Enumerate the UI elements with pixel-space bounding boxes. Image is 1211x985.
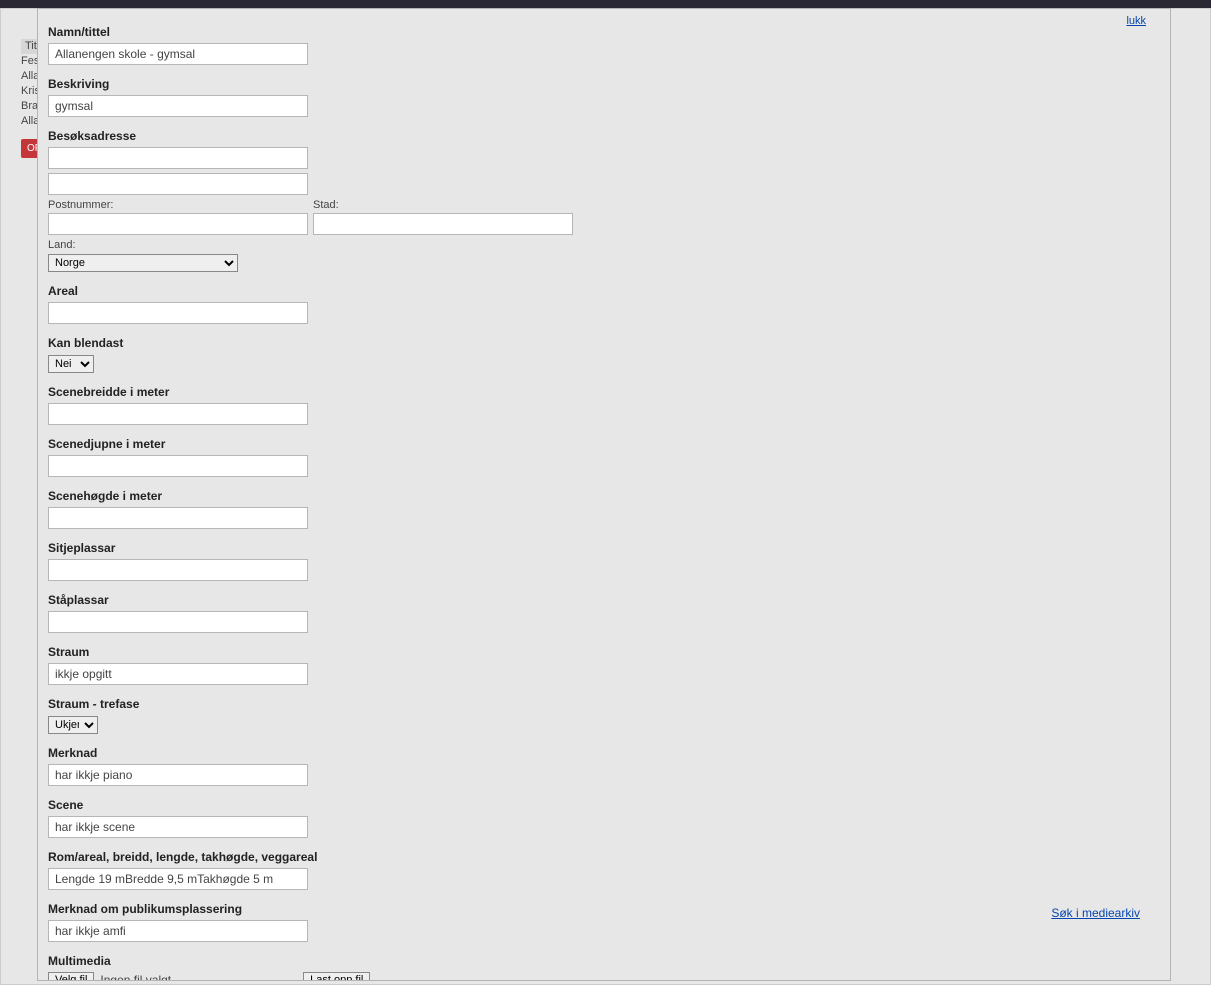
modal-scroll[interactable]: Namn/tittel Beskriving Besøksadresse Pos…: [38, 9, 1154, 980]
search-mediearchive-link[interactable]: Søk i mediearkiv: [1051, 906, 1140, 920]
sitjeplassar-input[interactable]: [48, 559, 308, 581]
multimedia-label: Multimedia: [48, 954, 1134, 968]
scenedjupne-label: Scenedjupne i meter: [48, 437, 1134, 451]
postnr-label: Postnummer:: [48, 199, 308, 211]
visit-address-label: Besøksadresse: [48, 129, 1134, 143]
merknad-input[interactable]: [48, 764, 308, 786]
choose-file-button[interactable]: Velg fil: [48, 972, 94, 980]
blendast-label: Kan blendast: [48, 336, 1134, 350]
stad-label: Stad:: [313, 199, 573, 211]
staplassar-label: Ståplassar: [48, 593, 1134, 607]
land-label: Land:: [48, 239, 1134, 251]
edit-location-modal: lukk Namn/tittel Beskriving Besøksadress…: [37, 8, 1171, 981]
postnr-input[interactable]: [48, 213, 308, 235]
stad-input[interactable]: [313, 213, 573, 235]
file-status: Ingen fil valgt: [100, 973, 171, 980]
upload-file-button[interactable]: Last opp fil: [303, 972, 370, 980]
name-label: Namn/tittel: [48, 25, 1134, 39]
blendast-select[interactable]: Nei: [48, 355, 94, 373]
land-select[interactable]: Norge: [48, 254, 238, 272]
rom-areal-input[interactable]: [48, 868, 308, 890]
address-line1-input[interactable]: [48, 147, 308, 169]
description-label: Beskriving: [48, 77, 1134, 91]
straum-input[interactable]: [48, 663, 308, 685]
scenedjupne-input[interactable]: [48, 455, 308, 477]
sitjeplassar-label: Sitjeplassar: [48, 541, 1134, 555]
staplassar-input[interactable]: [48, 611, 308, 633]
scenehogde-label: Scenehøgde i meter: [48, 489, 1134, 503]
scene-label: Scene: [48, 798, 1134, 812]
scenebreidde-label: Scenebreidde i meter: [48, 385, 1134, 399]
straum-trefase-select[interactable]: Ukjent: [48, 716, 98, 734]
areal-input[interactable]: [48, 302, 308, 324]
straum-label: Straum: [48, 645, 1134, 659]
merknad-label: Merknad: [48, 746, 1134, 760]
scenehogde-input[interactable]: [48, 507, 308, 529]
scene-input[interactable]: [48, 816, 308, 838]
rom-areal-label: Rom/areal, breidd, lengde, takhøgde, veg…: [48, 850, 1134, 864]
name-input[interactable]: [48, 43, 308, 65]
straum-trefase-label: Straum - trefase: [48, 697, 1134, 711]
merknad-publikum-input[interactable]: [48, 920, 308, 942]
merknad-publikum-label: Merknad om publikumsplassering: [48, 902, 1134, 916]
description-input[interactable]: [48, 95, 308, 117]
areal-label: Areal: [48, 284, 1134, 298]
address-line2-input[interactable]: [48, 173, 308, 195]
scenebreidde-input[interactable]: [48, 403, 308, 425]
